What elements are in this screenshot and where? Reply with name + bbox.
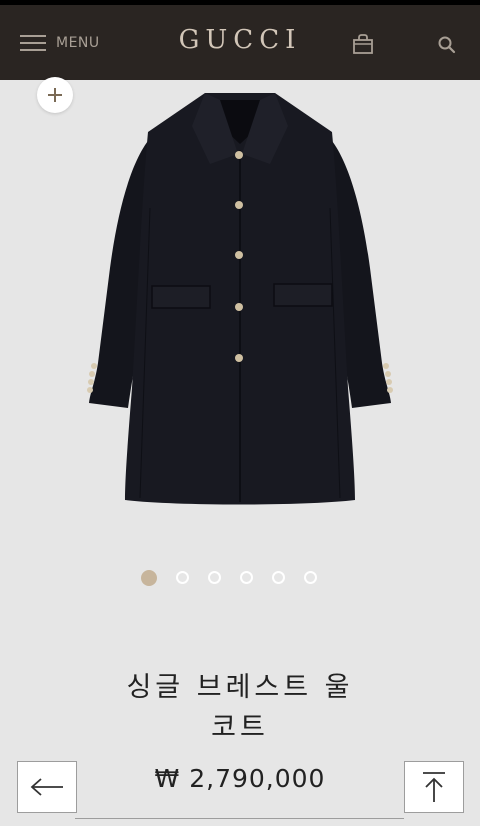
image-carousel-indicators: [141, 569, 336, 586]
search-icon[interactable]: [437, 35, 457, 55]
brand-logo[interactable]: GUCCI: [0, 25, 480, 55]
carousel-dot-5[interactable]: [272, 571, 285, 584]
carousel-dot-3[interactable]: [208, 571, 221, 584]
carousel-dot-2[interactable]: [176, 571, 189, 584]
product-image[interactable]: [80, 88, 400, 513]
zoom-button[interactable]: [37, 77, 73, 113]
product-title-text: 싱글 브레스트 울 코트: [126, 672, 354, 743]
arrow-up-to-top-icon: [423, 772, 445, 802]
plus-icon: [48, 88, 62, 102]
top-navigation-bar: MENU GUCCI: [0, 5, 480, 80]
product-title: 싱글 브레스트 울 코트: [0, 668, 480, 748]
divider: [75, 818, 404, 819]
shopping-bag-icon[interactable]: [352, 33, 374, 55]
back-button[interactable]: [17, 761, 77, 813]
carousel-dot-4[interactable]: [240, 571, 253, 584]
carousel-dot-6[interactable]: [304, 571, 317, 584]
arrow-left-icon: [30, 778, 63, 796]
scroll-to-top-button[interactable]: [404, 761, 464, 813]
carousel-dot-1[interactable]: [141, 569, 157, 586]
